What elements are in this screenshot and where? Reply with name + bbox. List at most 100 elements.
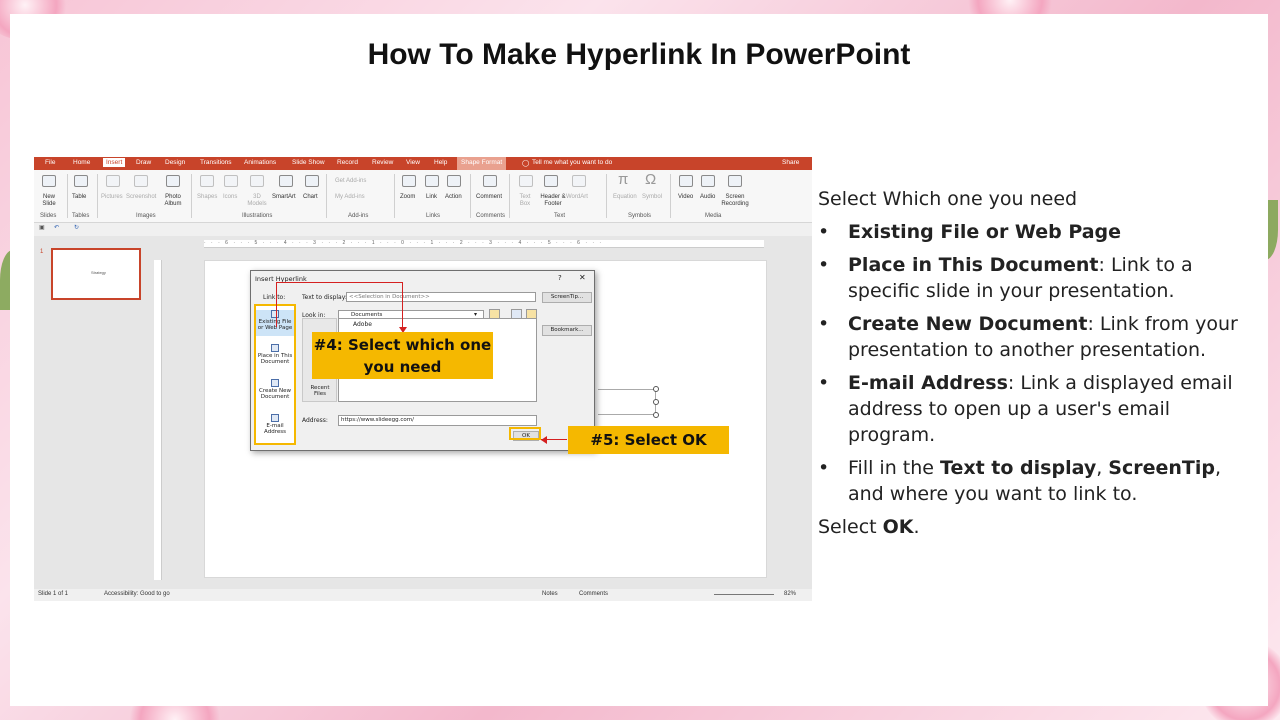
undo-icon[interactable]: ↶: [54, 224, 59, 231]
close-icon[interactable]: ✕: [579, 273, 586, 282]
file-item[interactable]: Adobe: [353, 321, 372, 328]
comment-icon[interactable]: [483, 175, 497, 187]
chart-button[interactable]: Chart: [303, 194, 318, 201]
audio-button[interactable]: Audio: [700, 194, 715, 201]
divider: [326, 174, 327, 218]
tab-view[interactable]: View: [406, 159, 420, 166]
recent-files-button[interactable]: Recent Files: [305, 385, 335, 397]
address-label: Address:: [302, 417, 328, 424]
group-text: Text: [554, 213, 566, 219]
redo-icon[interactable]: ↻: [74, 224, 79, 231]
tab-record[interactable]: Record: [337, 159, 358, 166]
group-comments: Comments: [476, 213, 506, 219]
comment-button[interactable]: Comment: [476, 194, 502, 201]
equation-button[interactable]: Equation: [613, 194, 637, 201]
wordart-button[interactable]: WordArt: [566, 194, 588, 201]
action-button[interactable]: Action: [445, 194, 462, 201]
text-to-display-input[interactable]: <<Selection in Document>>: [346, 292, 536, 302]
help-icon[interactable]: ?: [558, 274, 562, 282]
resize-handle[interactable]: [653, 412, 659, 418]
icons-icon[interactable]: [224, 175, 238, 187]
link-option-existing-file[interactable]: Existing File or Web Page: [256, 310, 294, 336]
group-images: Images: [136, 213, 156, 219]
zoom-icon[interactable]: [402, 175, 416, 187]
comments-button[interactable]: Comments: [579, 591, 608, 597]
ok-highlight: [509, 427, 541, 440]
share-button[interactable]: Share: [782, 159, 799, 166]
my-addins-button[interactable]: My Add-ins: [335, 194, 365, 201]
tab-insert[interactable]: Insert: [103, 158, 126, 167]
screenshot-icon[interactable]: [134, 175, 148, 187]
shapes-icon[interactable]: [200, 175, 214, 187]
text-box-button[interactable]: Text Box: [517, 194, 533, 208]
divider: [97, 174, 98, 218]
smartart-icon[interactable]: [279, 175, 293, 187]
photo-album-button[interactable]: Photo Album: [162, 194, 184, 208]
audio-icon[interactable]: [701, 175, 715, 187]
tab-home[interactable]: Home: [73, 159, 90, 166]
header-footer-button[interactable]: Header & Footer: [538, 194, 568, 208]
notes-button[interactable]: Notes: [542, 591, 558, 597]
screenshot-button[interactable]: Screenshot: [126, 194, 156, 201]
tab-transitions[interactable]: Transitions: [200, 159, 232, 166]
tab-animations[interactable]: Animations: [244, 159, 276, 166]
new-slide-icon[interactable]: [42, 175, 56, 187]
pictures-icon[interactable]: [106, 175, 120, 187]
resize-handle[interactable]: [653, 399, 659, 405]
tab-design[interactable]: Design: [165, 159, 185, 166]
link-option-new-document[interactable]: Create New Document: [256, 379, 294, 400]
tell-me-search[interactable]: Tell me what you want to do: [532, 159, 612, 166]
video-icon[interactable]: [679, 175, 693, 187]
icons-button[interactable]: Icons: [223, 194, 237, 201]
symbol-button[interactable]: Symbol: [642, 194, 662, 201]
pointer-line: [402, 282, 403, 330]
link-option-place-in-document[interactable]: Place in This Document: [256, 344, 294, 365]
tab-help[interactable]: Help: [434, 159, 447, 166]
bookmark-button[interactable]: Bookmark...: [542, 325, 592, 336]
smartart-button[interactable]: SmartArt: [272, 194, 296, 201]
pictures-button[interactable]: Pictures: [101, 194, 123, 201]
3d-models-button[interactable]: 3D Models: [244, 194, 270, 208]
group-illustrations: Illustrations: [242, 213, 273, 219]
screen-recording-button[interactable]: Screen Recording: [720, 194, 750, 208]
resize-handle[interactable]: [653, 386, 659, 392]
new-slide-button[interactable]: New Slide: [38, 194, 60, 208]
chart-icon[interactable]: [305, 175, 319, 187]
screentip-button[interactable]: ScreenTip...: [542, 292, 592, 303]
header-footer-icon[interactable]: [544, 175, 558, 187]
selected-textbox[interactable]: [598, 389, 656, 415]
table-icon[interactable]: [74, 175, 88, 187]
omega-icon[interactable]: Ω: [645, 172, 656, 188]
action-icon[interactable]: [447, 175, 461, 187]
video-button[interactable]: Video: [678, 194, 693, 201]
tab-shape-format[interactable]: Shape Format: [457, 157, 507, 170]
link-icon[interactable]: [425, 175, 439, 187]
chevron-down-icon[interactable]: ▾: [474, 311, 477, 318]
pi-icon[interactable]: π: [618, 172, 628, 188]
table-button[interactable]: Table: [72, 194, 86, 201]
shapes-button[interactable]: Shapes: [197, 194, 217, 201]
photo-album-icon[interactable]: [166, 175, 180, 187]
slide-thumbnail[interactable]: Strategy: [51, 248, 141, 300]
zoom-slider[interactable]: [714, 594, 774, 595]
save-icon[interactable]: ▣: [39, 224, 45, 231]
zoom-level[interactable]: 82%: [784, 591, 796, 597]
divider: [670, 174, 671, 218]
get-addins-button[interactable]: Get Add-ins: [335, 178, 366, 185]
tab-slide-show[interactable]: Slide Show: [292, 159, 325, 166]
wordart-icon[interactable]: [572, 175, 586, 187]
address-input[interactable]: https://www.slideegg.com/: [338, 415, 537, 426]
tab-review[interactable]: Review: [372, 159, 393, 166]
link-button[interactable]: Link: [426, 194, 437, 201]
screen-recording-icon[interactable]: [728, 175, 742, 187]
globe-icon: [271, 310, 279, 318]
text-box-icon[interactable]: [519, 175, 533, 187]
group-links: Links: [426, 213, 441, 219]
link-option-email[interactable]: E-mail Address: [256, 414, 294, 435]
zoom-button[interactable]: Zoom: [400, 194, 415, 201]
accessibility-status[interactable]: Accessibility: Good to go: [104, 591, 170, 597]
link-option-label: Existing File or Web Page: [257, 319, 293, 331]
tab-draw[interactable]: Draw: [136, 159, 151, 166]
3d-models-icon[interactable]: [250, 175, 264, 187]
tab-file[interactable]: File: [45, 159, 55, 166]
